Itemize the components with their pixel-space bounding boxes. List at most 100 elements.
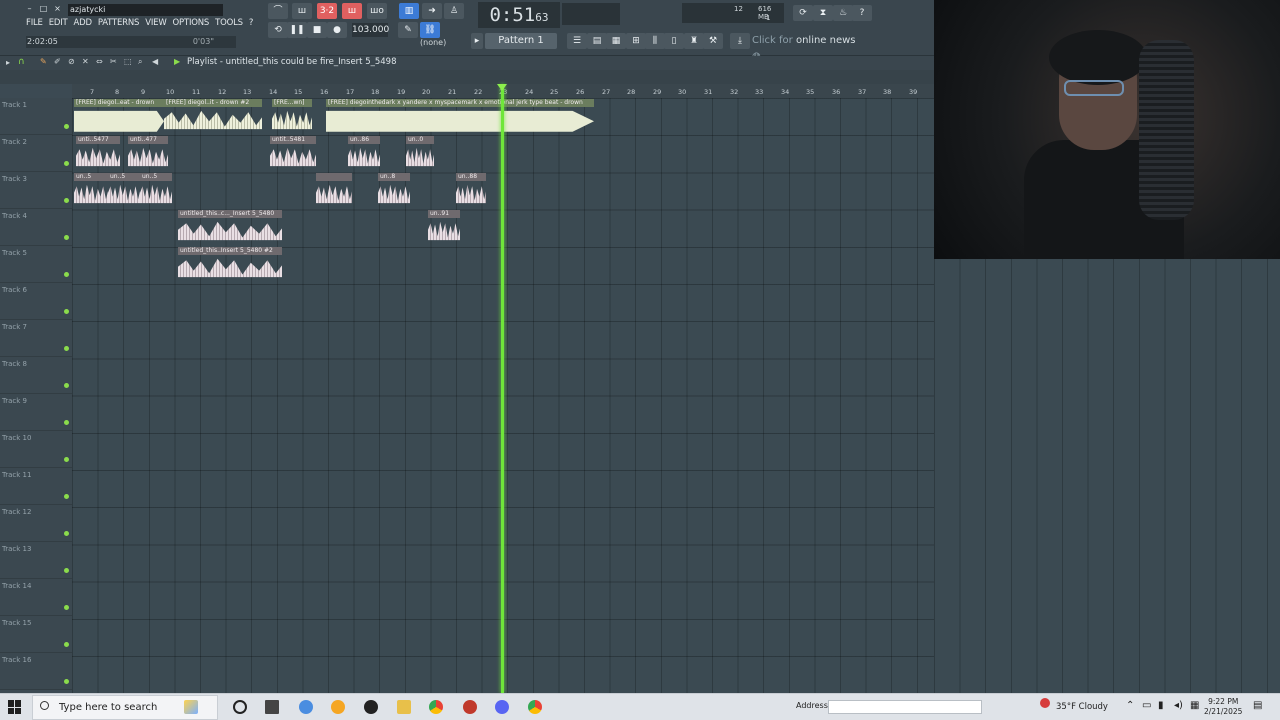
chrome-icon[interactable] bbox=[429, 700, 443, 714]
track-header[interactable]: Track 8 bbox=[0, 357, 72, 394]
track-led[interactable] bbox=[64, 383, 69, 388]
notification-icon[interactable]: ▤ bbox=[1253, 700, 1262, 711]
track-header[interactable]: Track 15 bbox=[0, 616, 72, 653]
audio-clip[interactable]: untitled_this..Insert 5_5480 #2 bbox=[178, 247, 282, 283]
menu-help[interactable]: ? bbox=[249, 18, 254, 28]
track-led[interactable] bbox=[64, 161, 69, 166]
menu-view[interactable]: VIEW bbox=[145, 18, 166, 28]
plugin-icon[interactable]: ♜ bbox=[684, 33, 704, 49]
track-led[interactable] bbox=[64, 346, 69, 351]
audio-clip[interactable]: [FREE] diegol..it - drown #2 bbox=[164, 99, 262, 135]
audio-clip[interactable]: unti..477 bbox=[128, 136, 168, 172]
blend-icon[interactable]: шo bbox=[367, 3, 387, 19]
link-icon[interactable]: ⛓ bbox=[420, 22, 440, 38]
track-led[interactable] bbox=[64, 605, 69, 610]
track-header[interactable]: Track 13 bbox=[0, 542, 72, 579]
menu-edit[interactable]: EDIT bbox=[49, 18, 68, 28]
speaker-icon[interactable]: ◀ bbox=[152, 57, 158, 66]
online-news-link[interactable]: Click for online news ◍ bbox=[752, 33, 862, 62]
audio-clip[interactable]: untitled_this..c..._Insert 5_5480 bbox=[178, 210, 282, 246]
menu-add[interactable]: ADD bbox=[74, 18, 93, 28]
faders-icon[interactable]: ⫼ bbox=[645, 33, 665, 49]
record-mode-icon[interactable]: ♙ bbox=[444, 3, 464, 19]
language-icon[interactable]: ▦ bbox=[1190, 700, 1199, 711]
audio-clip[interactable]: untit..5481 bbox=[270, 136, 316, 172]
playlist-grid-extension[interactable] bbox=[934, 259, 1280, 693]
network-icon[interactable]: ▭ bbox=[1142, 700, 1151, 711]
media-player-icon[interactable] bbox=[364, 700, 378, 714]
track-header[interactable]: Track 14 bbox=[0, 579, 72, 616]
close-icon[interactable]: × bbox=[52, 4, 63, 14]
menu-arrow-icon[interactable]: ▸ bbox=[6, 58, 10, 67]
audio-clip[interactable]: un..0 bbox=[406, 136, 434, 172]
track-led[interactable] bbox=[64, 124, 69, 129]
stop-icon[interactable]: ■ bbox=[307, 22, 327, 38]
pencil-icon[interactable]: ✎ bbox=[398, 22, 418, 38]
track-led[interactable] bbox=[64, 494, 69, 499]
track-led[interactable] bbox=[64, 198, 69, 203]
weather-widget[interactable]: 35°F Cloudy bbox=[1056, 702, 1108, 712]
piano-roll-icon[interactable]: ▤ bbox=[587, 33, 607, 49]
playlist-icon[interactable]: ☰ bbox=[567, 33, 587, 49]
mixer-icon[interactable]: ⊞ bbox=[626, 33, 646, 49]
track-header[interactable]: Track 2 bbox=[0, 135, 72, 172]
windows-start-icon[interactable] bbox=[8, 700, 22, 714]
track-header[interactable]: Track 12 bbox=[0, 505, 72, 542]
hourglass-icon[interactable]: ⧗ bbox=[813, 5, 833, 21]
wait-icon[interactable]: ш bbox=[292, 3, 312, 19]
browser-icon[interactable]: ▯ bbox=[664, 33, 684, 49]
menu-patterns[interactable]: PATTERNS bbox=[98, 18, 140, 28]
magnet-icon[interactable]: ∩ bbox=[18, 57, 25, 67]
system-clock[interactable]: 9:22 PM 2/21/2025 bbox=[1204, 697, 1242, 717]
cortana-icon[interactable] bbox=[233, 700, 247, 714]
arrow-right-icon[interactable]: ➜ bbox=[422, 3, 442, 19]
track-header[interactable]: Track 10 bbox=[0, 431, 72, 468]
battery-icon[interactable]: ▮ bbox=[1158, 700, 1164, 711]
select-tool-icon[interactable]: ⬚ bbox=[124, 57, 132, 66]
track-led[interactable] bbox=[64, 568, 69, 573]
playhead-marker[interactable] bbox=[497, 84, 507, 693]
track-header[interactable]: Track 6 bbox=[0, 283, 72, 320]
pattern-prev-icon[interactable]: ▸ bbox=[471, 33, 483, 49]
app-icon-2[interactable] bbox=[463, 700, 477, 714]
file-explorer-icon[interactable] bbox=[397, 700, 411, 714]
track-led[interactable] bbox=[64, 457, 69, 462]
download-icon[interactable]: ⤓ bbox=[730, 33, 750, 49]
audio-clip[interactable]: un..5 bbox=[140, 173, 172, 209]
audio-clip[interactable]: [FREE] diegol..eat - drown bbox=[74, 99, 164, 135]
copilot-icon[interactable] bbox=[184, 700, 198, 714]
track-header[interactable]: Track 1 bbox=[0, 98, 72, 135]
fl-studio-icon[interactable] bbox=[331, 700, 345, 714]
menu-file[interactable]: FILE bbox=[26, 18, 43, 28]
metronome-icon[interactable]: ⌒ bbox=[268, 3, 288, 19]
audio-clip[interactable]: un..8 bbox=[378, 173, 410, 209]
loop-icon[interactable]: ⟲ bbox=[268, 22, 288, 38]
audio-clip[interactable]: un..86 bbox=[348, 136, 380, 172]
discord-icon[interactable] bbox=[495, 700, 509, 714]
track-led[interactable] bbox=[64, 531, 69, 536]
maximize-icon[interactable]: □ bbox=[38, 4, 49, 14]
task-view-icon[interactable] bbox=[265, 700, 279, 714]
mic-icon[interactable]: ♨ bbox=[833, 5, 853, 21]
zoom-tool-icon[interactable]: ⌕ bbox=[138, 57, 142, 67]
track-led[interactable] bbox=[64, 235, 69, 240]
tray-chevron-icon[interactable]: ⌃ bbox=[1126, 700, 1134, 711]
track-led[interactable] bbox=[64, 679, 69, 684]
paint-tool-icon[interactable]: ✐ bbox=[54, 57, 61, 66]
track-header[interactable]: Track 11 bbox=[0, 468, 72, 505]
track-header[interactable]: Track 3 bbox=[0, 172, 72, 209]
menu-tools[interactable]: TOOLS bbox=[215, 18, 243, 28]
pattern-selector[interactable]: Pattern 1 bbox=[485, 33, 557, 49]
slip-tool-icon[interactable]: ⇔ bbox=[96, 57, 103, 66]
track-led[interactable] bbox=[64, 272, 69, 277]
track-header[interactable]: Track 7 bbox=[0, 320, 72, 357]
play-pattern-icon[interactable]: ▶ bbox=[174, 57, 180, 66]
audio-clip[interactable] bbox=[316, 173, 352, 209]
overview-strip[interactable] bbox=[0, 70, 934, 84]
draw-tool-icon[interactable]: ✎ bbox=[40, 57, 47, 66]
audio-clip[interactable]: [FRE...wn] bbox=[272, 99, 312, 135]
slice-tool-icon[interactable]: ✂ bbox=[110, 57, 117, 66]
step-edit-icon[interactable]: ш bbox=[342, 3, 362, 19]
track-led[interactable] bbox=[64, 642, 69, 647]
track-led[interactable] bbox=[64, 420, 69, 425]
